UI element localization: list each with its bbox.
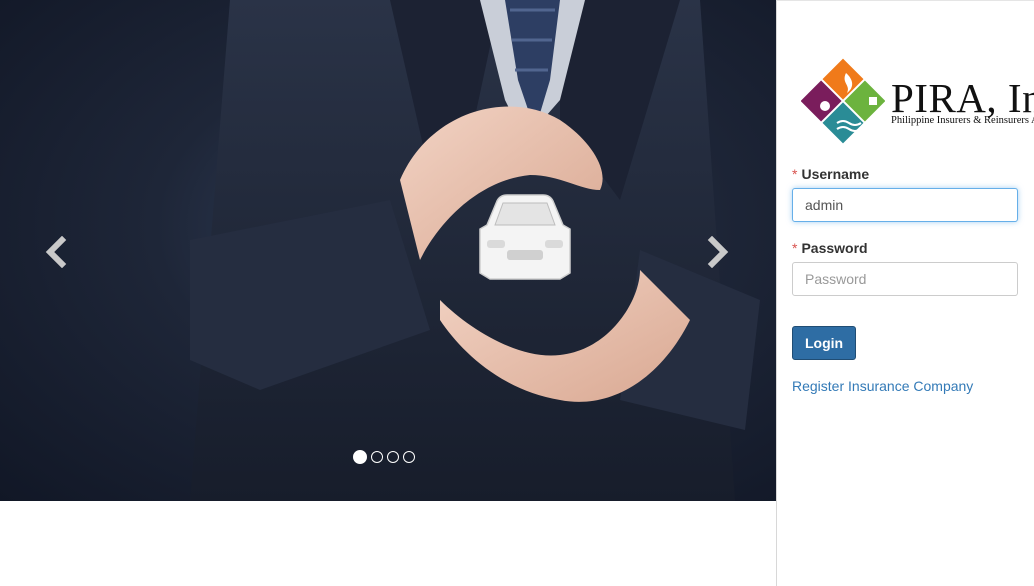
required-marker: *: [792, 166, 798, 182]
required-marker: *: [792, 240, 798, 256]
pira-emblem-icon: [801, 58, 885, 144]
username-label: * Username: [792, 166, 869, 182]
carousel-next-button[interactable]: [698, 232, 738, 272]
login-button[interactable]: Login: [792, 326, 857, 360]
username-input[interactable]: [792, 188, 1018, 222]
logo-subtitle: Philippine Insurers & Reinsurers Associa…: [891, 115, 1034, 126]
login-panel: PIRA, Inc. Philippine Insurers & Reinsur…: [776, 0, 1034, 586]
username-label-text: Username: [801, 166, 870, 182]
password-label: * Password: [792, 240, 868, 256]
carousel-indicator-2[interactable]: [371, 451, 383, 463]
carousel-prev-button[interactable]: [36, 232, 76, 272]
password-input[interactable]: [792, 262, 1018, 296]
carousel-indicator-1[interactable]: [353, 450, 367, 464]
carousel-indicator-4[interactable]: [403, 451, 415, 463]
chevron-right-icon: [707, 236, 729, 268]
carousel-indicators: [353, 450, 415, 464]
password-label-text: Password: [801, 240, 868, 256]
image-carousel: [0, 0, 776, 501]
chevron-left-icon: [45, 236, 67, 268]
carousel-indicator-3[interactable]: [387, 451, 399, 463]
carousel-slide-image: [190, 0, 760, 501]
company-logo: PIRA, Inc. Philippine Insurers & Reinsur…: [801, 55, 1034, 147]
register-company-link[interactable]: Register Insurance Company: [792, 378, 973, 394]
